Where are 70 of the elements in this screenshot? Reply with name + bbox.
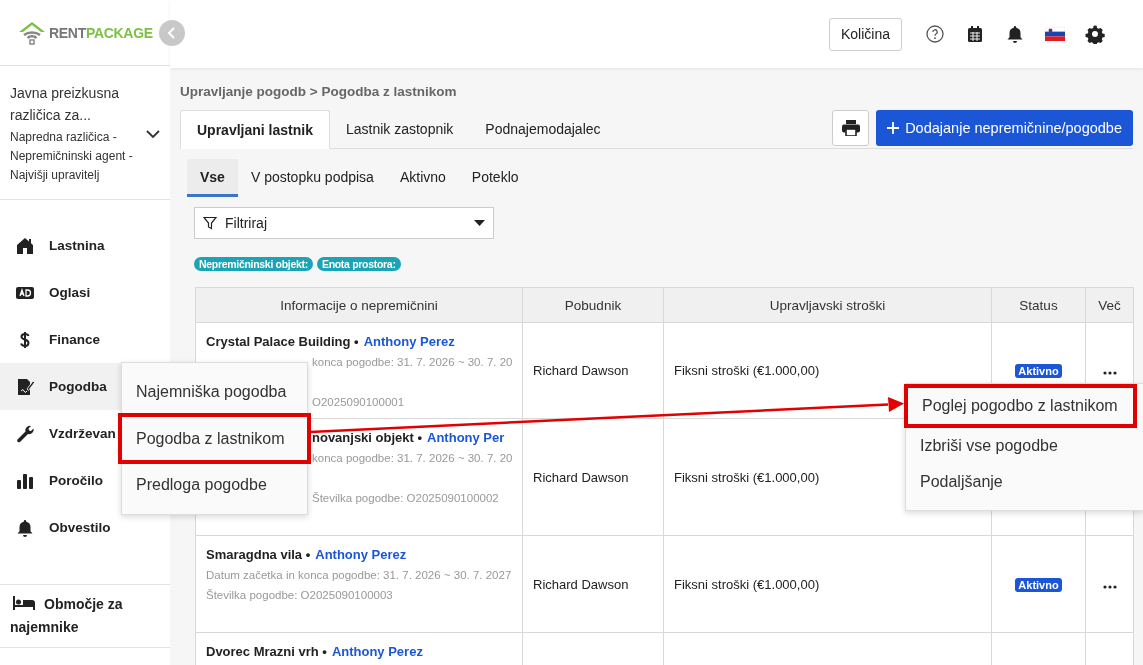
bed-icon xyxy=(12,595,36,611)
sidebar-item[interactable]: Finance xyxy=(0,316,170,363)
status-badge: Aktivno xyxy=(1015,364,1062,378)
sidebar-item[interactable]: Lastnina xyxy=(0,222,170,269)
tenant-area-link[interactable]: Območje za najemnike xyxy=(10,593,160,639)
management-fees: Fiksni stroški (€1.000,00) xyxy=(674,469,820,485)
initiator-name: Richard Dawson xyxy=(533,469,629,485)
more-icon[interactable] xyxy=(1102,371,1117,375)
column-header: Pobudnik xyxy=(522,287,664,323)
property-name: Smaragdna vila • xyxy=(206,547,311,562)
filter-input[interactable]: Filtriraj xyxy=(223,214,468,232)
status-badge: Aktivno xyxy=(1015,577,1062,592)
account-plan: Napredna različica - Nepremičninski agent - Najvišji upravitelj xyxy=(10,129,134,184)
quantity-button[interactable]: Količina xyxy=(828,17,902,51)
account-name: Javna preizkusna različica za... xyxy=(10,84,120,125)
contract-number: Številka pogodbe: O2025090100002 xyxy=(311,491,500,506)
filter-icon xyxy=(203,216,217,230)
print-button[interactable] xyxy=(832,110,870,146)
management-fees: Fiksni stroški (€1.000,00) xyxy=(674,363,820,378)
contract-number: O2025090100001 xyxy=(311,395,406,410)
menu-item[interactable]: Podaljšanje xyxy=(906,464,1143,500)
settings-icon[interactable] xyxy=(1085,24,1105,44)
more-icon[interactable] xyxy=(1102,584,1117,589)
owner-link[interactable]: Anthony Perez xyxy=(331,644,423,659)
filter-tab[interactable]: Poteklo xyxy=(458,159,532,197)
calendar-icon[interactable] xyxy=(965,24,985,44)
filter-tab[interactable]: Vse xyxy=(187,159,238,197)
home-icon xyxy=(15,235,35,256)
filter-tab[interactable]: V postopku podpisa xyxy=(237,159,387,197)
caret-down-icon xyxy=(474,220,485,226)
property-name: Crystal Palace Building • xyxy=(206,334,359,349)
sidebar-item[interactable]: Obvestilo xyxy=(0,504,170,551)
management-fees: Fiksni stroški (€1.000,00) xyxy=(674,576,820,592)
menu-item[interactable]: Predloga pogodbe xyxy=(122,464,307,506)
property-name: Dvorec Mrazni vrh • xyxy=(206,644,327,659)
tab[interactable]: Upravljani lastnik xyxy=(180,110,330,149)
tab[interactable]: Lastnik zastopnik xyxy=(329,110,470,148)
breadcrumb: Upravljanje pogodb > Pogodba z lastnikom xyxy=(180,84,458,101)
contract-dates: konca pogodbe: 31. 7. 2026 ~ 30. 7. 20 xyxy=(311,451,512,466)
property-name: novanjski objekt • xyxy=(312,430,423,445)
bell-icon[interactable] xyxy=(1005,24,1025,44)
filter-dropdown[interactable]: Filtriraj xyxy=(194,207,494,239)
contract-icon xyxy=(15,376,35,397)
chevron-left-icon xyxy=(167,27,177,39)
contract-number: Številka pogodbe: O2025090100003 xyxy=(206,588,394,603)
menu-item[interactable]: Pogodba z lastnikom xyxy=(118,413,311,464)
flag-icon[interactable] xyxy=(1045,27,1065,41)
menu-item[interactable]: Poglej pogodbo z lastnikom xyxy=(904,384,1137,428)
bell-icon xyxy=(15,517,35,538)
column-header: Več xyxy=(1085,287,1134,323)
plus-icon xyxy=(887,122,900,134)
add-property-button[interactable]: Dodajanje nepremičnine/pogodbe xyxy=(876,110,1133,146)
column-header: Upravljavski stroški xyxy=(663,287,992,323)
column-header: Informacije o nepremičnini xyxy=(195,287,523,323)
contract-dates: konca pogodbe: 31. 7. 2026 ~ 30. 7. 20 xyxy=(311,355,512,370)
wrench-icon xyxy=(15,423,35,444)
printer-icon xyxy=(841,120,860,136)
owner-link[interactable]: Anthony Per xyxy=(427,430,505,445)
initiator-name: Richard Dawson xyxy=(533,576,629,592)
logo: RENTPACKAGE xyxy=(18,18,153,47)
help-icon[interactable] xyxy=(925,24,945,44)
contract-dates: Datum začetka in konca pogodbe: 31. 7. 2026 ~ 30. 7. 2027 xyxy=(206,568,512,583)
tab[interactable]: Podnajemodajalec xyxy=(469,110,617,148)
filter-tab[interactable]: Aktivno xyxy=(386,159,459,197)
column-header: Status xyxy=(991,287,1086,323)
menu-item[interactable]: Izbriši vse pogodbe xyxy=(906,428,1143,464)
owner-link[interactable]: Anthony Perez xyxy=(363,334,455,349)
initiator-name: Richard Dawson xyxy=(533,363,629,378)
sidebar-item[interactable]: Oglasi xyxy=(0,269,170,316)
owner-link[interactable]: Anthony Perez xyxy=(315,547,407,562)
